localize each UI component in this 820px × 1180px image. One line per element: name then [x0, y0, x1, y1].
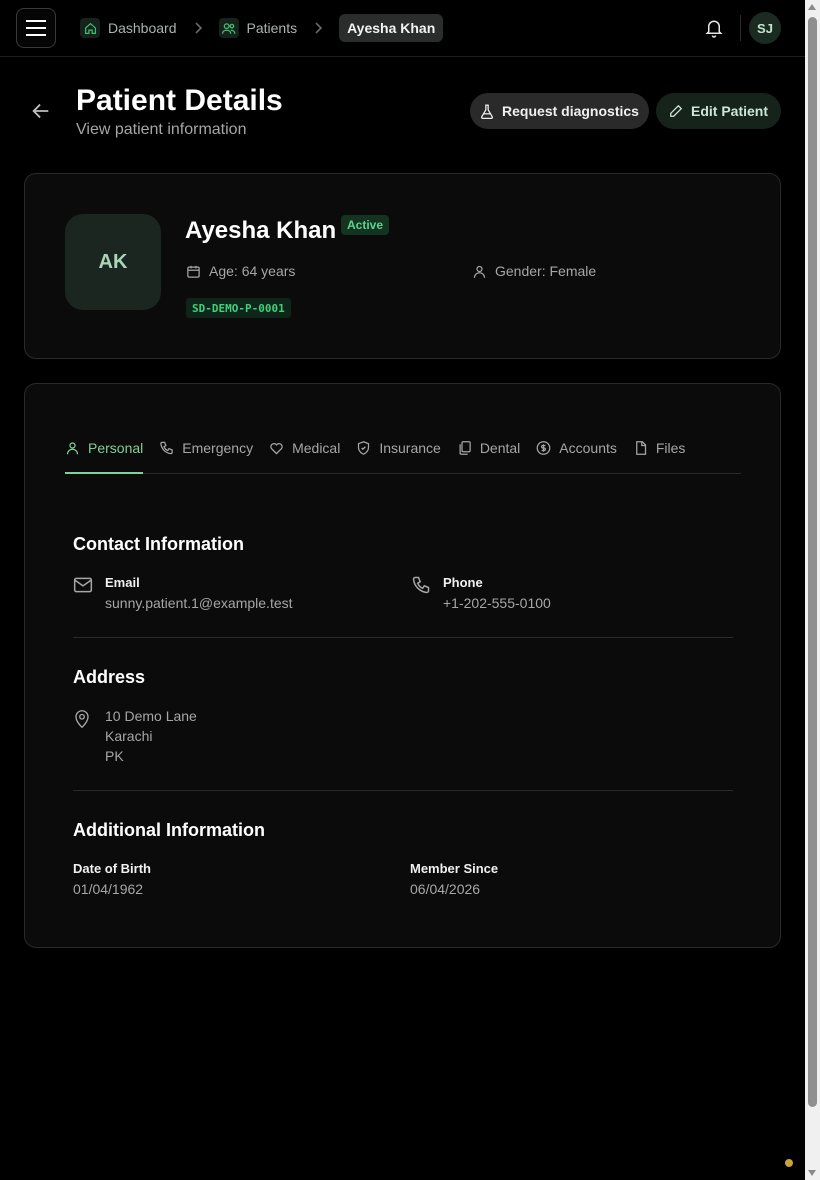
tab-personal[interactable]: Personal — [65, 432, 144, 474]
member-since-value: 06/04/2026 — [410, 881, 481, 897]
tab-label: Medical — [292, 440, 341, 456]
tab-label: Personal — [88, 440, 144, 456]
address-line-2: Karachi — [105, 728, 153, 744]
scroll-up-arrow-icon[interactable] — [808, 4, 816, 10]
phone-value: +1-202-555-0100 — [443, 595, 551, 611]
divider — [740, 15, 741, 41]
request-diagnostics-label: Request diagnostics — [502, 103, 639, 119]
chevron-right-icon — [194, 22, 203, 34]
hamburger-icon — [26, 20, 46, 36]
arrow-left-icon — [32, 103, 49, 119]
page-title: Patient Details — [76, 84, 283, 117]
phone-label: Phone — [443, 575, 483, 590]
breadcrumb-label: Dashboard — [108, 20, 177, 36]
map-pin-icon — [73, 709, 93, 729]
tab-accounts[interactable]: Accounts — [536, 432, 617, 474]
tab-medical[interactable]: Medical — [269, 432, 340, 474]
mail-icon — [73, 576, 93, 596]
home-icon — [80, 18, 100, 38]
age-text: Age: 64 years — [209, 263, 296, 279]
patient-avatar: AK — [65, 214, 161, 310]
contact-section-title: Contact Information — [73, 534, 244, 554]
dollar-icon — [536, 441, 551, 455]
heart-icon — [270, 443, 283, 455]
tab-bar: Personal Emergency Medical Insurance Den… — [65, 432, 741, 474]
address-section-title: Address — [73, 667, 146, 687]
breadcrumb: Dashboard Patients Ayesha Khan — [80, 14, 444, 42]
edit-patient-button[interactable]: Edit Patient — [656, 93, 781, 129]
section-divider — [73, 637, 733, 638]
tab-label: Accounts — [559, 440, 617, 456]
patient-id-badge: SD-DEMO-P-0001 — [186, 298, 291, 318]
notifications-button[interactable] — [698, 12, 730, 44]
breadcrumb-dashboard[interactable]: Dashboard — [80, 14, 177, 42]
status-indicator-dot — [785, 1159, 793, 1167]
page-subtitle: View patient information — [76, 121, 247, 138]
scroll-down-arrow-icon[interactable] — [808, 1170, 816, 1176]
calendar-icon — [187, 265, 200, 278]
menu-button[interactable] — [16, 8, 56, 48]
gender-text: Gender: Female — [495, 263, 597, 279]
email-value: sunny.patient.1@example.test — [105, 595, 293, 611]
breadcrumb-patients[interactable]: Patients — [218, 14, 298, 42]
chevron-right-icon — [315, 22, 323, 34]
patient-profile-card: AK Ayesha Khan Active Age: 64 years Gend… — [24, 173, 781, 359]
phone-icon — [160, 441, 174, 455]
tab-label: Files — [655, 440, 686, 456]
tab-label: Dental — [479, 440, 521, 456]
section-divider — [73, 790, 733, 791]
shield-icon — [358, 441, 370, 455]
top-bar: Dashboard Patients Ayesha Khan SJ — [0, 0, 805, 57]
email-label: Email — [105, 575, 140, 590]
edit-patient-label: Edit Patient — [690, 103, 768, 119]
tab-insurance[interactable]: Insurance — [356, 432, 441, 474]
pencil-icon — [670, 104, 683, 117]
user-icon — [66, 442, 79, 455]
back-button[interactable] — [30, 100, 52, 122]
tab-emergency[interactable]: Emergency — [159, 432, 253, 474]
patient-name: Ayesha Khan — [185, 217, 337, 244]
patient-gender: Gender: Female — [472, 263, 596, 279]
status-badge: Active — [341, 215, 390, 235]
users-icon — [218, 18, 239, 38]
patient-details-card: Personal Emergency Medical Insurance Den… — [24, 383, 781, 948]
additional-section-title: Additional Information — [73, 820, 265, 840]
dob-label: Date of Birth — [73, 861, 151, 876]
tab-dental[interactable]: Dental — [457, 432, 520, 474]
address-line-3: PK — [105, 748, 124, 764]
dob-value: 01/04/1962 — [73, 881, 144, 897]
user-avatar[interactable]: SJ — [749, 12, 781, 44]
page-scrollbar[interactable] — [805, 0, 820, 1180]
tab-label: Insurance — [379, 440, 441, 456]
member-since-label: Member Since — [410, 861, 499, 876]
address-line-1: 10 Demo Lane — [105, 708, 197, 724]
phone-icon — [411, 575, 431, 595]
breadcrumb-label: Patients — [246, 20, 298, 36]
file-icon — [636, 441, 646, 455]
patient-age: Age: 64 years — [186, 263, 295, 279]
tab-label: Emergency — [182, 440, 254, 456]
tab-files[interactable]: Files — [633, 432, 686, 474]
request-diagnostics-button[interactable]: Request diagnostics — [470, 93, 649, 129]
user-icon — [473, 265, 486, 278]
flask-icon — [481, 104, 493, 119]
breadcrumb-current: Ayesha Khan — [339, 14, 444, 42]
scrollbar-thumb[interactable] — [808, 17, 817, 1107]
bell-icon — [705, 20, 723, 38]
copy-icon — [459, 441, 471, 455]
